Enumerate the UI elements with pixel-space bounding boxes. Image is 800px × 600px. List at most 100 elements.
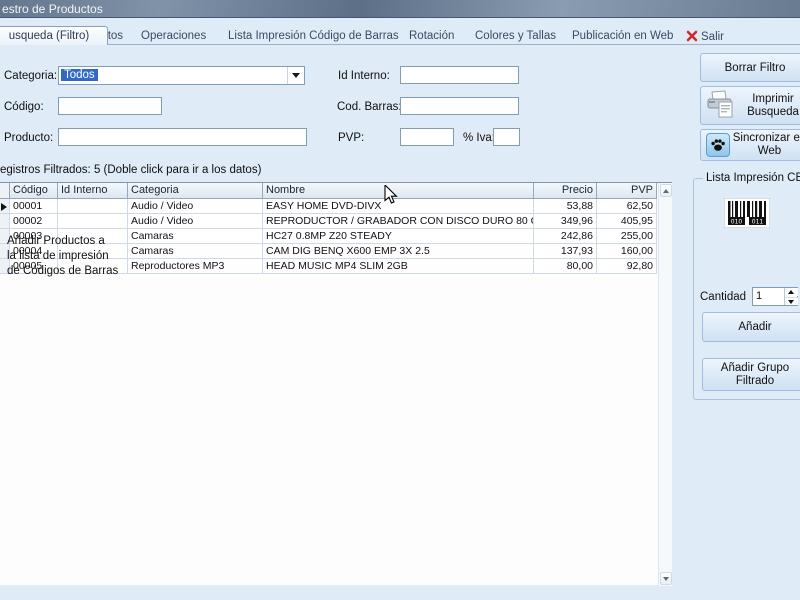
id-interno-label: Id Interno:	[338, 70, 390, 82]
sincronizar-web-label-line2: Web	[757, 145, 782, 157]
cell-categoria: Camaras	[128, 244, 263, 259]
sincronizar-web-button[interactable]: Sincronizar en Web	[700, 129, 800, 161]
cell-categoria: Audio / Video	[128, 214, 263, 229]
iva-input[interactable]	[493, 128, 520, 146]
svg-text:011: 011	[752, 218, 764, 225]
cell-precio: 349,96	[534, 214, 597, 229]
cantidad-value: 1	[756, 290, 763, 302]
tab-lista-impresion-cb[interactable]: Lista Impresión Código de Barras	[228, 30, 399, 44]
cell-codigo: 00002	[10, 214, 58, 229]
tab-rotacion[interactable]: Rotación	[409, 30, 454, 44]
paw-web-icon	[706, 133, 730, 157]
id-interno-input[interactable]	[400, 66, 519, 84]
cantidad-stepper[interactable]: 1	[752, 287, 798, 306]
tab-busqueda-filtro[interactable]: usqueda (Filtro)	[0, 26, 108, 45]
tab-publicacion-web[interactable]: Publicación en Web	[572, 30, 673, 44]
cell-id-interno	[58, 214, 128, 229]
cell-codigo: 00001	[10, 199, 58, 214]
borrar-filtro-button[interactable]: Borrar Filtro	[700, 53, 800, 82]
cell-pvp: 255,00	[597, 229, 657, 244]
lista-impresion-cb-title: Lista Impresión CB	[703, 172, 800, 184]
cell-precio: 137,93	[534, 244, 597, 259]
sincronizar-web-label-line1: Sincronizar en	[732, 132, 800, 144]
cantidad-label: Cantidad	[700, 291, 747, 303]
scroll-up-button[interactable]	[660, 184, 672, 197]
header-selector	[0, 183, 10, 199]
cell-precio: 242,86	[534, 229, 597, 244]
tab-colores-tallas[interactable]: Colores y Tallas	[475, 30, 556, 44]
imprimir-busqueda-label-line2: Busqueda	[747, 105, 799, 118]
cod-barras-label: Cod. Barras:	[337, 101, 402, 113]
imprimir-busqueda-button[interactable]: Imprimir Busqueda	[700, 86, 800, 125]
printer-icon	[705, 89, 737, 122]
tab-strip-divider	[0, 44, 800, 45]
cell-id-interno	[58, 199, 128, 214]
producto-input[interactable]	[58, 128, 307, 146]
tab-salir[interactable]: Salir	[686, 30, 724, 44]
close-x-icon	[686, 30, 698, 45]
anadir-grupo-label-line2: Filtrado	[735, 374, 775, 387]
header-id-interno[interactable]: Id Interno	[58, 183, 128, 199]
table-header-row: Código Id Interno Categoria Nombre Preci…	[0, 183, 658, 199]
row-selector	[0, 214, 10, 229]
table-row[interactable]: 00002 Audio / Video REPRODUCTOR / GRABAD…	[0, 214, 658, 229]
add-products-info-line3: de Códigos de Barras	[7, 265, 119, 277]
cantidad-spin-buttons	[784, 288, 798, 305]
spin-up-button[interactable]	[785, 288, 798, 296]
pvp-input[interactable]	[400, 128, 454, 146]
anadir-grupo-filtrado-button[interactable]: Añadir Grupo Filtrado	[702, 358, 800, 391]
cod-barras-input[interactable]	[400, 97, 519, 115]
cell-pvp: 62,50	[597, 199, 657, 214]
imprimir-busqueda-label-line1: Imprimir	[752, 92, 794, 105]
filtered-records-summary: egistros Filtrados: 5 (Doble click para …	[0, 164, 262, 176]
cell-categoria: Reproductores MP3	[128, 259, 263, 274]
scroll-down-icon	[663, 577, 669, 581]
cell-categoria: Audio / Video	[128, 199, 263, 214]
scroll-down-button[interactable]	[660, 572, 672, 585]
categoria-combobox[interactable]: Todos	[58, 66, 305, 85]
table-row[interactable]: 00001 Audio / Video EASY HOME DVD-DIVX 5…	[0, 199, 658, 214]
header-pvp[interactable]: PVP	[597, 183, 657, 199]
window-title: estro de Productos	[2, 2, 103, 16]
cell-pvp: 92,80	[597, 259, 657, 274]
add-products-info-line1: Añadir Productos a	[7, 235, 105, 247]
anadir-button[interactable]: Añadir	[702, 312, 800, 342]
codigo-input[interactable]	[58, 97, 162, 115]
header-codigo[interactable]: Código	[10, 183, 58, 199]
iva-label: % Iva:	[463, 132, 495, 144]
categoria-dropdown-button[interactable]	[287, 67, 304, 84]
cell-categoria: Camaras	[128, 229, 263, 244]
cell-precio: 80,00	[534, 259, 597, 274]
svg-text:010: 010	[731, 218, 743, 225]
spin-down-icon	[788, 300, 794, 304]
add-products-info-line2: la lista de impresión	[7, 250, 109, 262]
mouse-cursor	[384, 183, 398, 208]
header-nombre[interactable]: Nombre	[263, 183, 534, 199]
anadir-label: Añadir	[738, 321, 772, 333]
row-selector	[0, 199, 10, 214]
header-precio[interactable]: Precio	[534, 183, 597, 199]
table-vertical-scrollbar[interactable]	[658, 183, 672, 586]
cell-nombre: HEAD MUSIC MP4 SLIM 2GB	[263, 259, 534, 274]
cell-nombre: HC27 0.8MP Z20 STEADY	[263, 229, 534, 244]
scroll-up-icon	[663, 189, 669, 193]
spin-up-icon	[788, 290, 794, 294]
product-master-window: estro de Productos usqueda (Filtro) Dato…	[0, 0, 800, 600]
producto-label: Producto:	[4, 132, 54, 144]
borrar-filtro-label: Borrar Filtro	[724, 61, 786, 74]
tab-salir-label: Salir	[701, 31, 725, 43]
cell-pvp: 160,00	[597, 244, 657, 259]
codigo-label: Código:	[4, 101, 44, 113]
header-categoria[interactable]: Categoria	[128, 183, 263, 199]
categoria-label: Categoria:	[4, 70, 58, 82]
chevron-down-icon	[292, 73, 300, 78]
tab-operaciones[interactable]: Operaciones	[141, 30, 206, 44]
categoria-selected-value: Todos	[61, 69, 98, 81]
spin-down-button[interactable]	[785, 297, 798, 305]
cell-nombre: CAM DIG BENQ X600 EMP 3X 2.5	[263, 244, 534, 259]
anadir-grupo-label-line1: Añadir Grupo	[720, 361, 790, 374]
barcode-icon: 010 011	[723, 197, 771, 231]
cell-nombre: EASY HOME DVD-DIVX	[263, 199, 534, 214]
title-bar[interactable]: estro de Productos	[0, 0, 800, 18]
cell-pvp: 405,95	[597, 214, 657, 229]
